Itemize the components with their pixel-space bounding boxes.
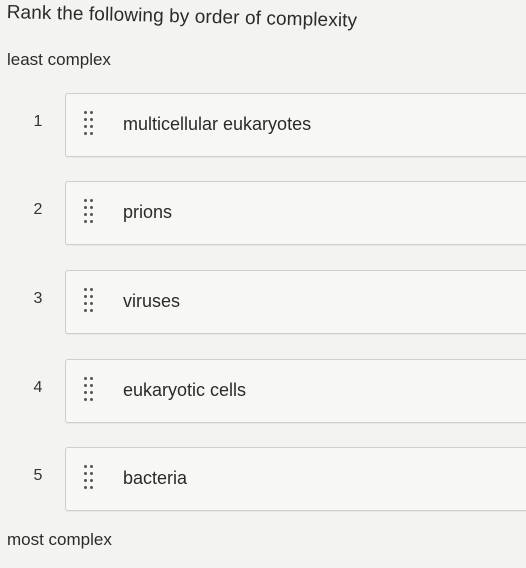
rank-number: 1 [33,113,43,130]
rank-item-label: prions [123,202,173,222]
drag-handle-icon[interactable] [84,288,94,314]
rank-row: 5 bacteria [0,447,526,511]
rank-item-label: multicellular eukaryotes [123,114,312,134]
drag-handle-icon[interactable] [84,377,94,403]
rank-list: 1 multicellular eukaryotes 2 prions 3 vi… [0,0,526,568]
rank-item-card[interactable]: eukaryotic cells [65,359,526,423]
drag-handle-icon[interactable] [84,199,94,225]
rank-number: 2 [33,201,43,218]
rank-number: 5 [33,467,43,484]
rank-item-card[interactable]: multicellular eukaryotes [65,93,526,157]
ranking-question-screen: { "question": { "prompt": "Rank the foll… [0,0,526,568]
rank-row: 3 viruses [0,270,526,334]
rank-item-label: bacteria [123,468,188,488]
rank-item-card[interactable]: prions [65,181,526,245]
rank-number: 3 [33,290,43,307]
rank-item-label: viruses [123,291,181,311]
drag-handle-icon[interactable] [84,111,94,137]
drag-handle-icon[interactable] [84,465,94,491]
rank-item-label: eukaryotic cells [123,380,247,400]
rank-item-card[interactable]: bacteria [65,447,526,511]
rank-row: 1 multicellular eukaryotes [0,93,526,157]
most-complex-label: most complex [7,530,112,549]
rank-row: 2 prions [0,181,526,245]
rank-item-card[interactable]: viruses [65,270,526,334]
rank-number: 4 [33,379,43,396]
rank-row: 4 eukaryotic cells [0,359,526,423]
